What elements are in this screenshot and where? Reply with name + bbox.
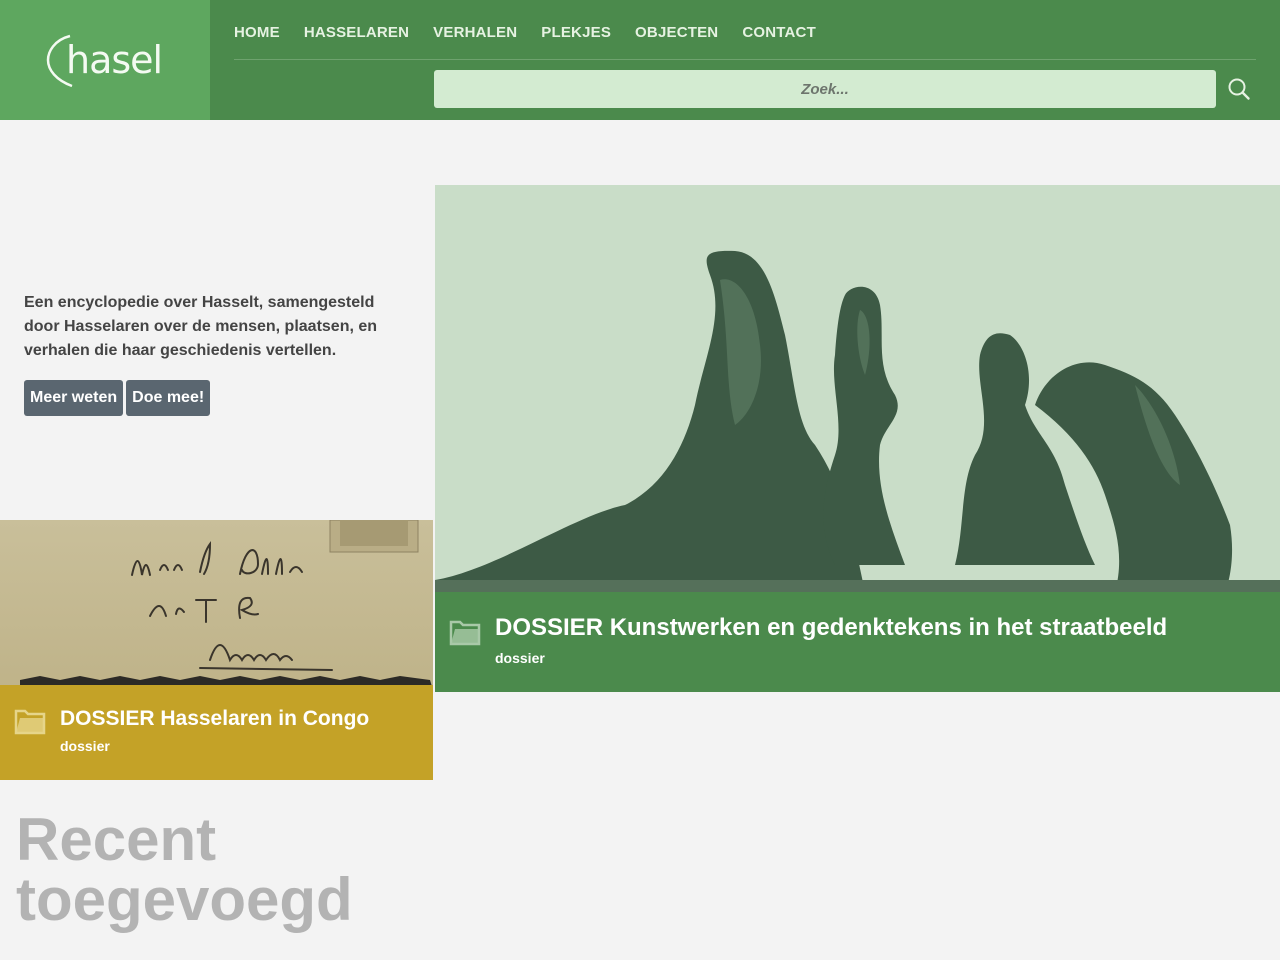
card-kunstwerken-caption: DOSSIER Kunstwerken en gedenktekens in h… bbox=[435, 592, 1280, 692]
card-congo-caption: DOSSIER Hasselaren in Congo dossier bbox=[0, 685, 433, 780]
card-congo-image bbox=[0, 520, 433, 690]
intro-buttons: Meer weten Doe mee! bbox=[24, 380, 211, 416]
card-congo-type: dossier bbox=[60, 738, 110, 754]
card-congo-title: DOSSIER Hasselaren in Congo bbox=[60, 707, 370, 730]
card-kunstwerken-image bbox=[435, 185, 1280, 592]
nav-hasselaren[interactable]: HASSELAREN bbox=[304, 24, 409, 41]
logo-text: hasel bbox=[66, 38, 163, 82]
folder-icon bbox=[14, 709, 46, 735]
folder-icon bbox=[449, 620, 481, 646]
card-kunstwerken-title: DOSSIER Kunstwerken en gedenktekens in h… bbox=[495, 614, 1168, 641]
nav-home[interactable]: HOME bbox=[234, 24, 280, 41]
search-icon bbox=[1228, 78, 1250, 100]
intro-text: Een encyclopedie over Hasselt, samengest… bbox=[24, 294, 378, 359]
recent-heading: Recent toegevoegd bbox=[16, 806, 353, 933]
main-nav: HOME HASSELAREN VERHALEN PLEKJES OBJECTE… bbox=[234, 24, 840, 41]
card-kunstwerken[interactable]: DOSSIER Kunstwerken en gedenktekens in h… bbox=[435, 185, 1280, 692]
search-button[interactable] bbox=[1226, 77, 1252, 103]
card-kunstwerken-type: dossier bbox=[495, 650, 545, 666]
search-input[interactable] bbox=[434, 70, 1216, 108]
nav-verhalen[interactable]: VERHALEN bbox=[433, 24, 517, 41]
nav-contact[interactable]: CONTACT bbox=[742, 24, 816, 41]
nav-objecten[interactable]: OBJECTEN bbox=[635, 24, 718, 41]
meer-weten-button[interactable]: Meer weten bbox=[24, 380, 124, 416]
doe-mee-button[interactable]: Doe mee! bbox=[126, 380, 211, 416]
site-header: hasel HOME HASSELAREN VERHALEN PLEKJES O… bbox=[0, 0, 1280, 120]
card-congo[interactable]: DOSSIER Hasselaren in Congo dossier bbox=[0, 520, 433, 780]
nav-divider bbox=[234, 59, 1256, 60]
nav-plekjes[interactable]: PLEKJES bbox=[541, 24, 611, 41]
logo[interactable]: hasel bbox=[0, 0, 210, 120]
